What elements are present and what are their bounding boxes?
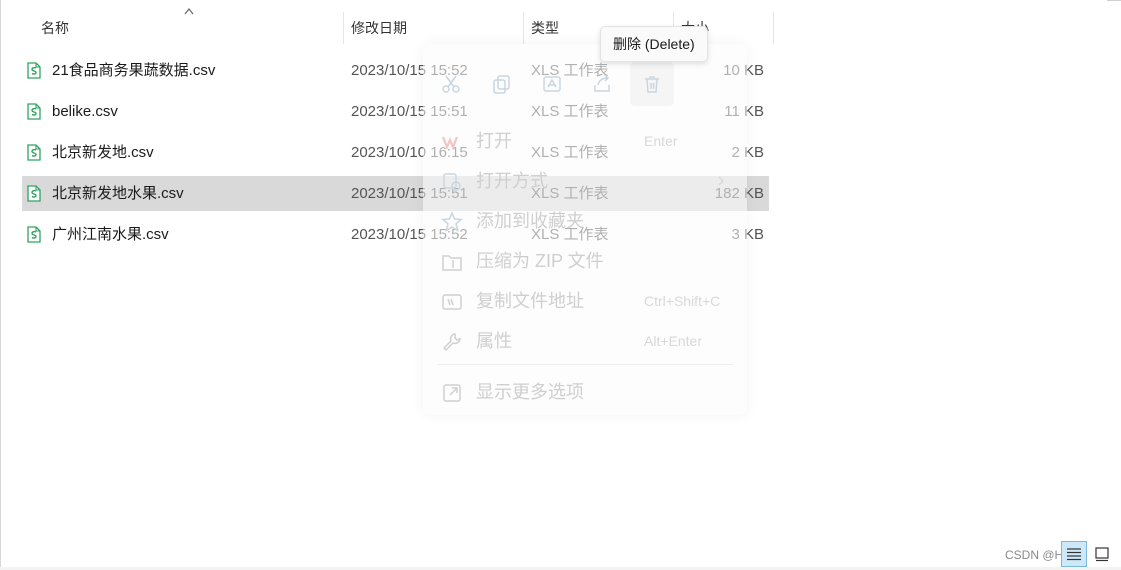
file-name: belike.csv <box>52 103 118 120</box>
delete-tooltip: 删除 (Delete) <box>600 26 708 62</box>
csv-file-icon <box>27 103 41 120</box>
copy-button[interactable] <box>480 62 524 106</box>
tiles-view-button[interactable] <box>1089 541 1115 567</box>
window-left-edge <box>0 0 1 570</box>
menu-item-copy-path[interactable]: 复制文件地址 Ctrl+Shift+C <box>423 282 747 320</box>
menu-divider <box>437 364 733 365</box>
menu-item-shortcut: Ctrl+Shift+C <box>644 293 721 309</box>
file-name: 北京新发地.csv <box>52 144 154 161</box>
column-header-type[interactable]: 类型 <box>531 10 559 44</box>
delete-button[interactable] <box>630 62 674 106</box>
menu-item-label: 压缩为 ZIP 文件 <box>476 251 604 271</box>
menu-item-label: 显示更多选项 <box>476 382 584 402</box>
menu-item-add-favorites[interactable]: 添加到收藏夹 <box>423 202 747 240</box>
menu-item-label: 打开 <box>476 131 512 151</box>
zip-folder-icon <box>442 255 462 271</box>
csv-file-icon <box>27 144 41 161</box>
share-icon <box>594 74 610 92</box>
file-name: 北京新发地水果.csv <box>52 185 184 202</box>
copy-path-icon <box>442 294 462 310</box>
menu-item-shortcut: Enter <box>644 133 678 149</box>
column-divider[interactable] <box>773 12 774 44</box>
details-view-icon <box>1067 548 1081 561</box>
menu-item-properties[interactable]: 属性 Alt+Enter <box>423 322 747 360</box>
trash-icon <box>645 76 659 93</box>
cut-icon <box>442 75 460 93</box>
menu-item-label: 属性 <box>476 331 512 351</box>
file-name: 广州江南水果.csv <box>52 226 169 243</box>
menu-item-label: 添加到收藏夹 <box>476 211 584 231</box>
menu-item-more-options[interactable]: 显示更多选项 <box>423 373 747 411</box>
csv-file-icon <box>27 185 41 202</box>
sort-ascending-icon[interactable] <box>183 6 195 16</box>
file-name: 21食品商务果蔬数据.csv <box>52 62 216 79</box>
chevron-right-icon <box>718 176 724 186</box>
column-divider[interactable] <box>343 12 344 44</box>
menu-item-label: 复制文件地址 <box>476 291 584 311</box>
cut-button[interactable] <box>429 62 473 106</box>
details-view-button[interactable] <box>1061 541 1087 567</box>
column-header-modified[interactable]: 修改日期 <box>351 10 407 44</box>
menu-item-open[interactable]: 打开 Enter <box>423 122 747 160</box>
open-with-icon <box>443 173 461 191</box>
tiles-view-icon <box>1095 547 1109 562</box>
menu-item-label: 打开方式 <box>476 171 548 191</box>
column-header-name[interactable]: 名称 <box>41 10 69 44</box>
menu-item-compress-zip[interactable]: 压缩为 ZIP 文件 <box>423 242 747 280</box>
menu-item-open-with[interactable]: 打开方式 <box>423 162 747 200</box>
wrench-icon <box>442 333 461 352</box>
csv-file-icon <box>27 62 41 79</box>
share-button[interactable] <box>580 62 624 106</box>
copy-icon <box>493 75 510 94</box>
rename-icon <box>543 76 561 92</box>
rename-button[interactable] <box>530 62 574 106</box>
more-options-icon <box>443 384 461 402</box>
context-menu: 打开 Enter 打开方式 添加到收藏夹 压缩为 ZIP 文件 复制文件地址 C… <box>423 44 747 415</box>
column-divider[interactable] <box>523 12 524 44</box>
context-menu-quick-actions <box>423 62 747 112</box>
top-edge-line <box>1107 0 1121 1</box>
wps-icon <box>441 136 459 150</box>
menu-item-shortcut: Alt+Enter <box>644 333 702 349</box>
csv-file-icon <box>27 226 41 243</box>
star-icon <box>441 211 463 233</box>
